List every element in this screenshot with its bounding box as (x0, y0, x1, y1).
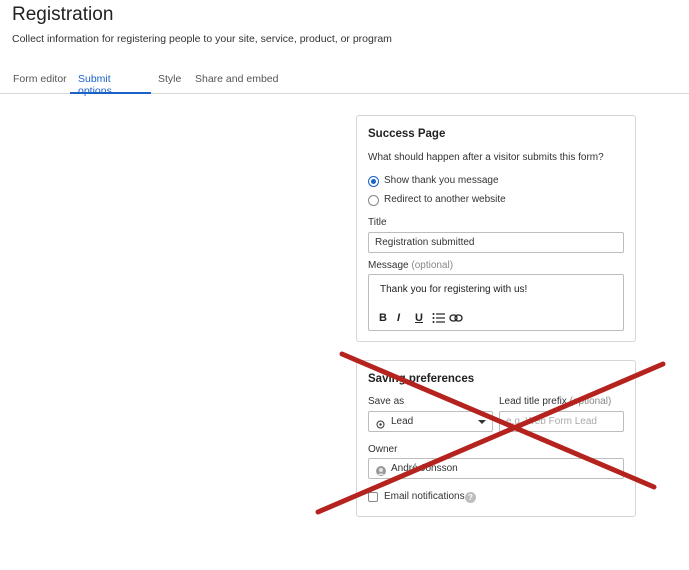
save-as-label: Save as (368, 396, 405, 407)
message-text[interactable]: Thank you for registering with us! (380, 284, 527, 295)
tab-form-editor[interactable]: Form editor (13, 73, 67, 94)
lead-prefix-optional: (optional) (569, 396, 612, 407)
radio-show-thank-you[interactable] (368, 176, 379, 187)
page-title: Registration (12, 4, 114, 25)
saving-preferences-heading: Saving preferences (368, 373, 475, 385)
saving-preferences-card: Saving preferences Save as Lead Lead tit… (356, 360, 636, 517)
lead-prefix-label-text: Lead title prefix (499, 396, 567, 407)
radio-show-thank-you-label[interactable]: Show thank you message (384, 175, 499, 186)
success-page-heading: Success Page (368, 128, 446, 140)
tab-bar: Form editor Submit options Style Share a… (0, 67, 689, 97)
message-optional: (optional) (411, 260, 454, 271)
avatar (376, 464, 386, 476)
lead-target-icon (376, 417, 385, 429)
owner-input[interactable]: André Jonsson (368, 458, 624, 479)
bold-button[interactable]: B (379, 312, 391, 324)
save-as-value: Lead (391, 416, 414, 427)
page-subtitle: Collect information for registering peop… (12, 33, 392, 45)
success-page-card: Success Page What should happen after a … (356, 115, 636, 342)
link-icon[interactable] (449, 312, 463, 324)
radio-redirect[interactable] (368, 195, 379, 206)
save-as-select[interactable]: Lead (368, 411, 493, 432)
title-input[interactable]: Registration submitted (368, 232, 624, 253)
email-notifications-checkbox[interactable] (368, 492, 378, 502)
page: Registration Collect information for reg… (0, 0, 689, 570)
success-question: What should happen after a visitor submi… (368, 152, 604, 163)
radio-redirect-label[interactable]: Redirect to another website (384, 194, 506, 205)
message-label-text: Message (368, 260, 409, 271)
lead-prefix-label: Lead title prefix (optional) (499, 396, 611, 407)
bullet-list-icon[interactable] (432, 312, 445, 324)
owner-value: André Jonsson (391, 463, 458, 474)
message-label: Message (optional) (368, 260, 453, 271)
italic-button[interactable]: I (397, 312, 409, 324)
message-editor[interactable]: Thank you for registering with us! B I U (368, 274, 624, 331)
email-notifications-label[interactable]: Email notifications (384, 491, 465, 502)
owner-label: Owner (368, 444, 398, 455)
tab-style[interactable]: Style (158, 73, 181, 94)
underline-button[interactable]: U (415, 312, 427, 324)
lead-prefix-input[interactable]: e.g. Web Form Lead (499, 411, 624, 432)
tab-submit-options[interactable]: Submit options (70, 73, 151, 97)
chevron-down-icon (478, 420, 486, 424)
tab-share-and-embed[interactable]: Share and embed (195, 73, 278, 94)
help-icon[interactable]: ? (465, 492, 476, 503)
title-label: Title (368, 217, 387, 228)
